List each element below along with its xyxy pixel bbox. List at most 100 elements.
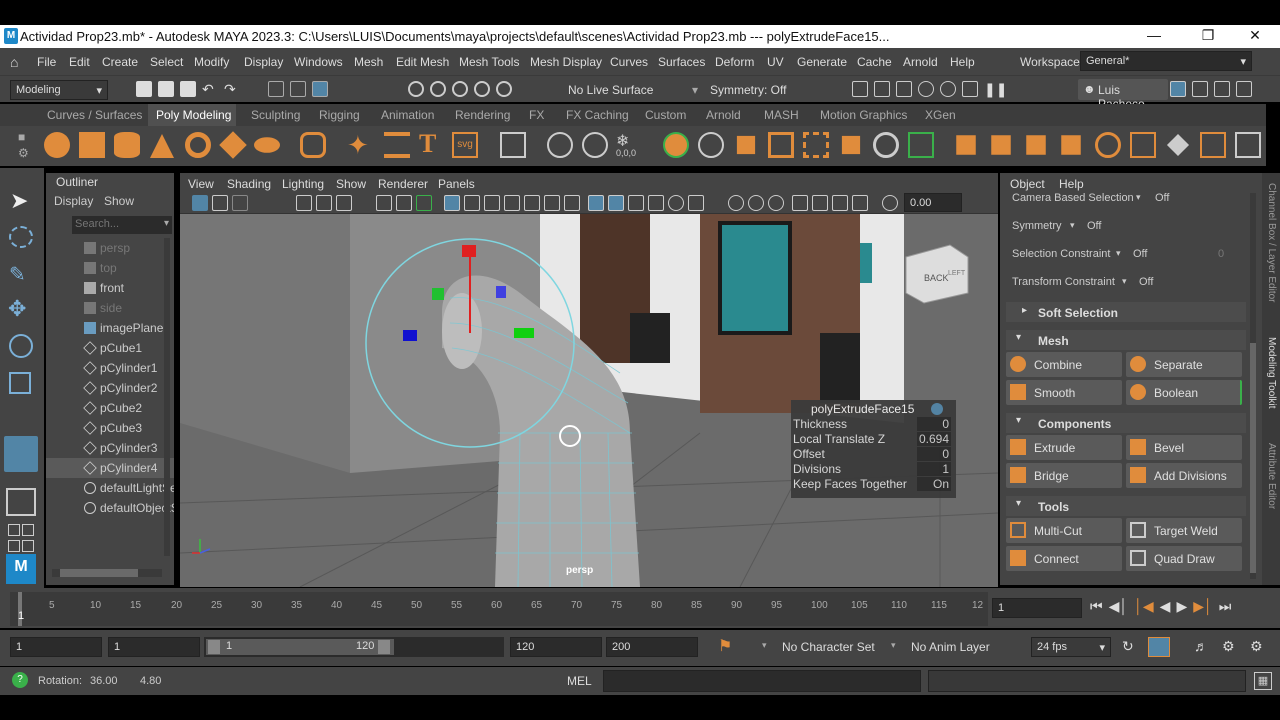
dropdown-icon[interactable]: ▾ xyxy=(1116,248,1121,259)
symmetry-dropdown-icon[interactable]: ▾ xyxy=(692,83,698,97)
dropdown-icon[interactable]: ▾ xyxy=(891,640,896,651)
symmetry-status[interactable]: Symmetry: Off xyxy=(710,83,786,97)
screen-space-icon[interactable] xyxy=(852,195,868,211)
shelf-settings-icon[interactable]: ⚙ xyxy=(18,146,29,160)
anti-aliasing-icon[interactable] xyxy=(748,195,764,211)
vp-menu-lighting[interactable]: Lighting xyxy=(282,177,324,191)
poly-torus-icon[interactable] xyxy=(185,132,211,158)
channel-box-toggle-icon[interactable] xyxy=(1236,81,1252,97)
exposure-field[interactable]: 0.00 xyxy=(904,193,962,212)
quad-draw-shelf-icon[interactable] xyxy=(1235,132,1261,158)
rotate-tool-icon[interactable] xyxy=(9,334,33,358)
timeline-track[interactable]: 1 5 10 15 20 25 30 35 40 45 50 55 60 65 … xyxy=(10,592,988,626)
outliner-item-imageplane[interactable]: imagePlane1 xyxy=(46,318,174,338)
tab-rigging[interactable]: Rigging xyxy=(319,108,360,122)
open-scene-icon[interactable] xyxy=(158,81,174,97)
auto-key-icon[interactable]: ⚑ xyxy=(718,636,732,656)
menu-edit[interactable]: Edit xyxy=(69,55,90,69)
poly-disc-icon[interactable] xyxy=(254,137,280,153)
outliner-item-pcube2[interactable]: pCube2 xyxy=(46,398,174,418)
fill-hole-icon[interactable] xyxy=(1061,135,1081,155)
transfer-attributes-icon[interactable] xyxy=(1200,132,1226,158)
menu-surfaces[interactable]: Surfaces xyxy=(658,55,705,69)
select-hierarchy-icon[interactable] xyxy=(268,81,284,97)
separate-button[interactable]: Separate xyxy=(1126,352,1242,377)
dropdown-icon[interactable]: ▾ xyxy=(1136,192,1141,203)
current-frame-field[interactable]: 1 xyxy=(992,598,1082,618)
outliner-menu-display[interactable]: Display xyxy=(54,194,93,208)
hud-divisions-value[interactable]: 1 xyxy=(917,462,951,476)
hud-icon[interactable] xyxy=(792,195,808,211)
hud-keep-faces-value[interactable]: On xyxy=(917,477,951,491)
tab-modeling-toolkit[interactable]: Modeling Toolkit xyxy=(1265,337,1277,431)
mirror-icon[interactable] xyxy=(841,135,861,155)
tool-settings-toggle-icon[interactable] xyxy=(1214,81,1230,97)
toolkit-menu-object[interactable]: Object xyxy=(1010,177,1045,191)
platonic-solids-icon[interactable] xyxy=(300,132,326,158)
extract-icon[interactable] xyxy=(736,135,756,155)
tab-custom[interactable]: Custom xyxy=(645,108,686,122)
multi-cut-shelf-icon[interactable] xyxy=(1095,132,1121,158)
image-plane-icon[interactable] xyxy=(296,195,312,211)
tools-section[interactable]: ▾ Tools xyxy=(1006,496,1246,516)
anim-layer-label[interactable]: No Anim Layer xyxy=(911,640,990,654)
snap-grid-icon[interactable] xyxy=(408,81,424,97)
film-gate-icon[interactable] xyxy=(464,195,480,211)
in-view-editor[interactable]: polyExtrudeFace15 Thickness 0 Local Tran… xyxy=(791,400,956,498)
scene-view[interactable]: BACK LEFT xyxy=(180,173,998,587)
select-tool-icon[interactable]: ➤ xyxy=(10,188,28,214)
save-scene-icon[interactable] xyxy=(180,81,196,97)
field-chart-icon[interactable] xyxy=(524,195,540,211)
end-time-field[interactable]: 200 xyxy=(606,637,698,657)
isolate-select-icon[interactable] xyxy=(376,195,392,211)
render-settings-icon[interactable] xyxy=(896,81,912,97)
render-view-icon[interactable] xyxy=(962,81,978,97)
dropdown-icon[interactable]: ▾ xyxy=(762,640,767,651)
tab-motion-graphics[interactable]: Motion Graphics xyxy=(820,108,907,122)
script-editor-icon[interactable]: ▦ xyxy=(1254,672,1272,690)
soft-selection-section[interactable]: ▸ Soft Selection xyxy=(1006,302,1246,322)
add-divisions-button[interactable]: Add Divisions xyxy=(1126,463,1242,488)
character-set-label[interactable]: No Character Set xyxy=(782,640,875,654)
tab-fx-caching[interactable]: FX Caching xyxy=(566,108,629,122)
live-surface-label[interactable]: No Live Surface xyxy=(568,83,653,97)
hud-local-translate-z-value[interactable]: 0.694 xyxy=(917,432,951,446)
outliner-item-side[interactable]: side xyxy=(46,298,174,318)
combine-button[interactable]: Combine xyxy=(1006,352,1122,377)
scale-tool-icon[interactable] xyxy=(9,372,31,394)
separate-shelf-icon[interactable] xyxy=(803,132,829,158)
ipr-render-icon[interactable] xyxy=(874,81,890,97)
cache-playback-icon[interactable] xyxy=(1148,637,1170,657)
menu-generate[interactable]: Generate xyxy=(797,55,847,69)
smooth-shade-icon[interactable] xyxy=(608,195,624,211)
safe-title-icon[interactable] xyxy=(564,195,580,211)
poly-plane-icon[interactable] xyxy=(219,131,247,159)
xray-icon[interactable] xyxy=(396,195,412,211)
menu-windows[interactable]: Windows xyxy=(294,55,343,69)
vp-menu-panels[interactable]: Panels xyxy=(438,177,475,191)
persp-graph-layout-icon[interactable] xyxy=(8,540,20,552)
gate-mask-icon[interactable] xyxy=(504,195,520,211)
poly-cube-icon[interactable] xyxy=(79,132,105,158)
components-section[interactable]: ▾ Components xyxy=(1006,413,1246,433)
redo-icon[interactable]: ↷ xyxy=(224,81,240,97)
outliner-vertical-scrollbar[interactable] xyxy=(164,238,170,556)
playback-options-icon[interactable]: ⚙ xyxy=(1250,638,1263,655)
outliner-item-pcylinder1[interactable]: pCylinder1 xyxy=(46,358,174,378)
last-tool-button[interactable] xyxy=(4,436,38,472)
hud-thickness-value[interactable]: 0 xyxy=(917,417,951,431)
super-shape-icon[interactable]: ✦ xyxy=(347,130,369,161)
step-back-frame-icon[interactable]: │◀ xyxy=(1134,598,1154,615)
play-forward-icon[interactable]: ▶ xyxy=(1176,598,1187,615)
toolkit-menu-help[interactable]: Help xyxy=(1059,177,1084,191)
shelf-menu-icon[interactable]: ■ xyxy=(18,130,25,144)
restore-icon[interactable]: ❐ xyxy=(1198,27,1218,44)
reduce-icon[interactable] xyxy=(908,132,934,158)
range-slider[interactable]: 1 120 xyxy=(204,637,504,657)
menu-set-select[interactable]: Modeling ▾ xyxy=(10,80,108,100)
attribute-editor-toggle-icon[interactable] xyxy=(1192,81,1208,97)
playback-start-field[interactable]: 1 xyxy=(108,637,200,657)
minimize-icon[interactable]: — xyxy=(1144,27,1164,43)
new-scene-icon[interactable] xyxy=(136,81,152,97)
toolkit-scrollbar[interactable] xyxy=(1250,193,1256,579)
